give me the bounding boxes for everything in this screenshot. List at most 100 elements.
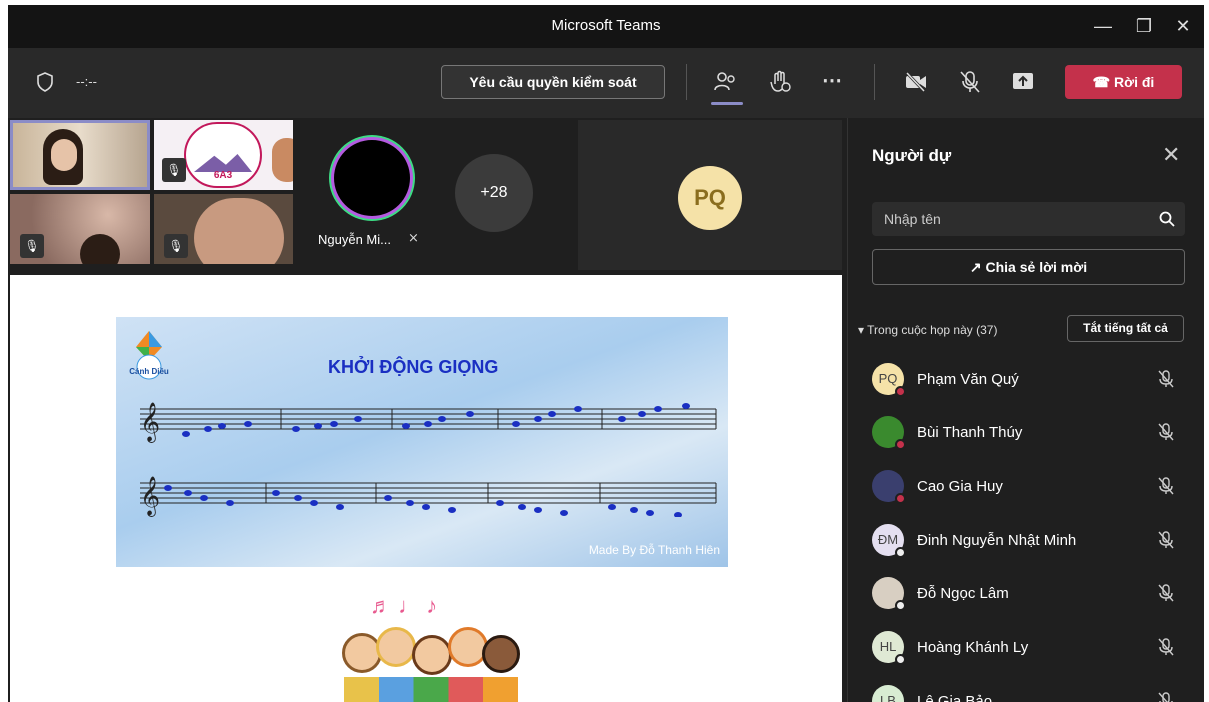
avatar-initials: PQ [878,371,898,386]
meeting-stage: 6A3 🎙 🎙 🎙 Nguyễn Mi... ⨯ +28 PQ Cánh Diề… [8,118,847,702]
teams-window: Microsoft Teams — ❐ ✕ --:-- Yêu cầu quyề… [8,5,1204,702]
participant-tile[interactable]: Nguyễn Mi... ⨯ [300,120,575,268]
participant-name: Bùi Thanh Thúy [917,424,1023,441]
avatar [872,416,906,450]
mic-off-icon[interactable] [1156,476,1176,496]
singing-children-illustration: ♬ ♩ ♪ [340,593,520,702]
avatar-initials: ĐM [877,532,899,547]
minimize-button[interactable]: — [1089,13,1117,39]
participant-video [80,234,120,264]
avatar: LB [872,685,904,702]
leave-label: Rời đi [1114,74,1155,90]
presence-status-icon [895,386,906,397]
participant-video [272,138,293,182]
avatar-initials: LB [880,693,896,702]
more-options-icon[interactable]: ⋯ [822,68,842,93]
presence-status-icon [895,600,906,611]
participant-name: Nguyễn Mi... [318,232,391,247]
svg-text:𝄞: 𝄞 [140,476,160,517]
mic-off-icon[interactable] [1156,637,1176,657]
mic-off-icon[interactable] [1156,369,1176,389]
section-label: Trong cuộc họp này (37) [867,323,998,337]
avatar-initials: HL [879,639,897,654]
child-figure [376,627,416,667]
avatar: HL [872,631,906,665]
video-tile[interactable]: 🎙 [154,194,293,264]
child-figure [482,635,520,673]
video-tile[interactable]: 6A3 🎙 [154,120,293,190]
meeting-toolbar: --:-- Yêu cầu quyền kiểm soát ⋯ ☎ Rời đi [8,48,1204,118]
participant-row[interactable]: Đỗ Ngọc Lâm [872,577,1192,617]
slide-title: KHỞI ĐỘNG GIỌNG [328,357,499,377]
mic-off-icon[interactable] [1156,530,1176,550]
avatar [872,577,906,611]
participant-name: Phạm Văn Quý [917,371,1019,388]
mic-off-icon[interactable] [1156,422,1176,442]
title-bar: Microsoft Teams — ❐ ✕ [8,5,1204,48]
mic-off-icon[interactable] [959,70,981,94]
participant-row[interactable]: LB Lê Gia Bảo [872,685,1192,702]
music-notes-icon: ♬ ♩ ♪ [370,593,438,618]
mic-off-icon[interactable] [1156,583,1176,603]
window-title: Microsoft Teams [551,17,661,34]
shared-slide: Cánh Diều KHỞI ĐỘNG GIỌNG 𝄞 𝄞 Made By Đỗ… [10,275,842,702]
participant-search-input[interactable]: Nhập tên [872,202,1185,236]
children-clothes [344,677,518,702]
close-window-button[interactable]: ✕ [1169,13,1197,39]
participant-name: Lê Gia Bảo [917,693,993,702]
participant-name: Cao Gia Huy [917,478,1003,495]
panel-title: Người dự [872,146,952,165]
restore-button[interactable]: ❐ [1130,13,1158,39]
close-panel-icon[interactable]: ✕ [1162,142,1180,168]
presence-status-icon [895,654,906,665]
participants-icon[interactable] [713,70,739,94]
participant-row[interactable]: HL Hoàng Khánh Ly [872,631,1192,671]
overflow-participants-button[interactable]: +28 [455,154,533,232]
school-logo-text: 6A3 [213,170,233,181]
search-icon [1159,211,1175,227]
participant-row[interactable]: Cao Gia Huy [872,470,1192,510]
participant-row[interactable]: Bùi Thanh Thúy [872,416,1192,456]
avatar-ring [334,140,410,216]
raise-hand-icon[interactable] [768,70,792,94]
participant-name: Đinh Nguyễn Nhật Minh [917,532,1077,549]
participants-active-indicator [711,102,743,105]
video-tile[interactable]: 🎙 [10,194,150,264]
avatar: ĐM [872,524,906,558]
muted-icon: ⨯ [408,230,419,245]
muted-icon: 🎙 [164,234,188,258]
shield-icon [37,72,53,92]
presence-status-icon [895,547,906,558]
muted-icon: 🎙 [20,234,44,258]
share-icon: ↗ [969,259,982,275]
participant-row[interactable]: PQ Phạm Văn Quý [872,363,1192,403]
share-invite-button[interactable]: ↗ Chia sẻ lời mời [872,249,1185,285]
slide-credit: Made By Đỗ Thanh Hiên [588,543,720,557]
camera-off-icon[interactable] [904,72,928,92]
presence-status-icon [895,439,906,450]
kite-logo: Cánh Diều [126,327,172,383]
avatar [872,470,906,504]
participant-row[interactable]: ĐM Đinh Nguyễn Nhật Minh [872,524,1192,564]
video-tile[interactable] [10,120,150,190]
section-header[interactable]: ▾ Trong cuộc họp này (37) [858,323,997,337]
presence-status-icon [895,493,906,504]
toolbar-divider [686,64,687,100]
avatar: PQ [872,363,906,397]
sheet-music: 𝄞 𝄞 [140,402,717,517]
share-screen-icon[interactable] [1012,72,1034,92]
meeting-timer: --:-- [76,74,97,89]
share-invite-label: Chia sẻ lời mời [985,259,1088,275]
mic-off-icon[interactable] [1156,691,1176,702]
request-control-button[interactable]: Yêu cầu quyền kiểm soát [441,65,665,99]
kite-logo-text: Cánh Diều [129,367,169,376]
leave-button[interactable]: ☎ Rời đi [1065,65,1182,99]
participant-name: Đỗ Ngọc Lâm [917,585,1009,602]
avatar-initials: PQ [678,166,742,230]
participant-name: Hoàng Khánh Ly [917,639,1029,656]
mute-all-button[interactable]: Tắt tiếng tất cả [1067,315,1184,342]
participant-face [51,139,77,171]
school-logo: 6A3 [184,122,262,188]
participants-panel: Người dự ✕ Nhập tên ↗ Chia sẻ lời mời ▾ … [847,118,1204,702]
large-participant-tile[interactable]: PQ [578,120,842,270]
